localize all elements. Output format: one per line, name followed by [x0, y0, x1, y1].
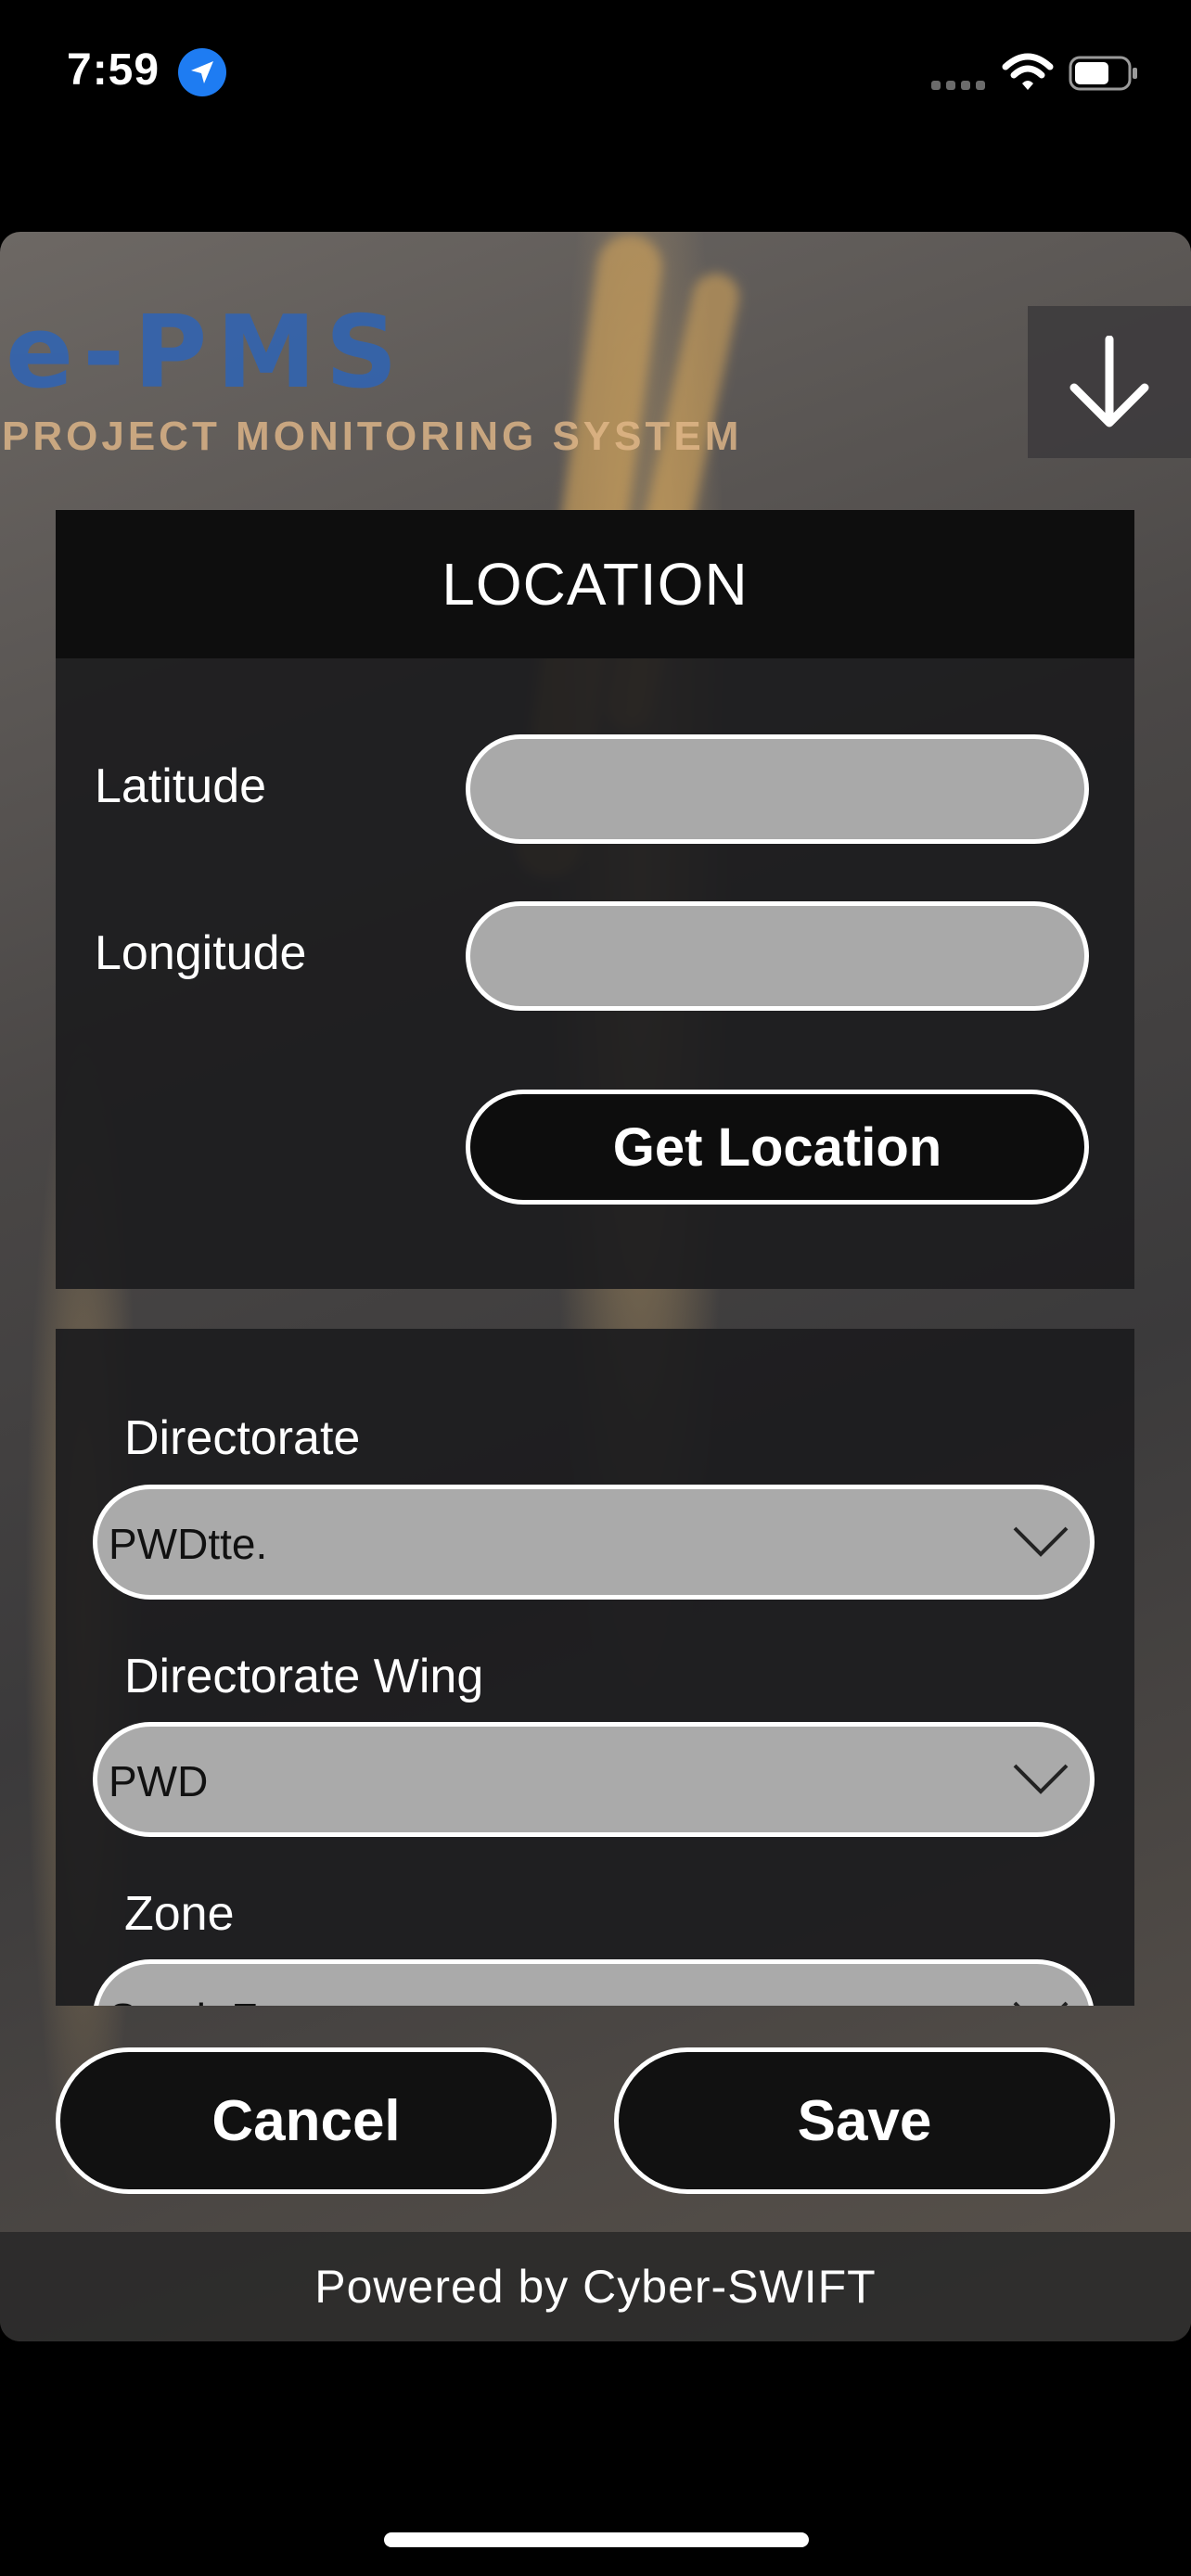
wifi-icon [1002, 53, 1054, 90]
latitude-input[interactable] [466, 734, 1089, 844]
status-time: 7:59 [67, 45, 160, 95]
brand-tagline: PROJECT MONITORING SYSTEM [2, 414, 743, 459]
zone-value: South Z [109, 1994, 258, 2006]
directorate-wing-label: Directorate Wing [124, 1650, 484, 1703]
location-panel: LOCATION Latitude Longitude Get Location [56, 510, 1134, 1289]
save-button[interactable]: Save [614, 2047, 1115, 2194]
cancel-button[interactable]: Cancel [56, 2047, 557, 2194]
chevron-down-icon [1013, 2001, 1069, 2006]
location-panel-title: LOCATION [56, 510, 1134, 658]
chevron-down-icon [1013, 1764, 1069, 1794]
zone-dropdown[interactable]: South Z [93, 1959, 1095, 2006]
longitude-input[interactable] [466, 901, 1089, 1011]
form-panel: Directorate PWDtte. Directorate Wing PWD… [56, 1329, 1134, 2006]
footer-powered-by: Powered by Cyber-SWIFT [0, 2232, 1191, 2341]
arrow-down-icon [1069, 336, 1149, 427]
latitude-label: Latitude [95, 759, 267, 813]
status-bar: 7:59 [0, 0, 1191, 148]
brand-logo: e-PMS [6, 295, 407, 411]
directorate-wing-dropdown[interactable]: PWD [93, 1722, 1095, 1837]
battery-icon [1069, 56, 1137, 91]
cellular-signal-icon [931, 78, 991, 90]
directorate-value: PWDtte. [109, 1520, 268, 1568]
app-container: e-PMS PROJECT MONITORING SYSTEM LOCATION… [0, 232, 1191, 2341]
chevron-down-icon [1013, 1526, 1069, 1557]
location-arrow-icon [178, 48, 226, 96]
get-location-button[interactable]: Get Location [466, 1090, 1089, 1205]
directorate-wing-value: PWD [109, 1757, 209, 1805]
home-indicator[interactable] [384, 2532, 809, 2547]
zone-label: Zone [124, 1887, 235, 1941]
directorate-dropdown[interactable]: PWDtte. [93, 1485, 1095, 1600]
longitude-label: Longitude [95, 926, 307, 980]
directorate-label: Directorate [124, 1411, 361, 1465]
download-button[interactable] [1028, 306, 1191, 458]
